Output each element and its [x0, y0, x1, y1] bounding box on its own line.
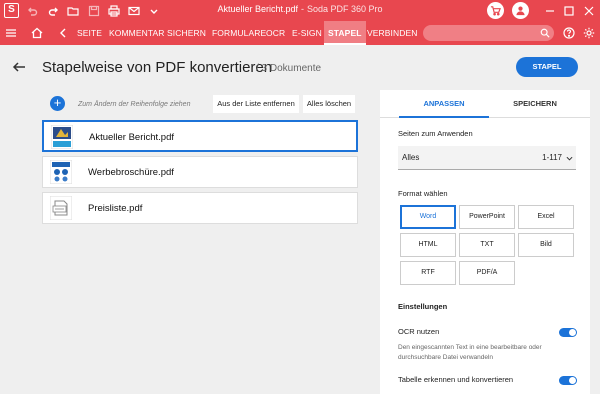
format-html-button[interactable]: HTML: [400, 233, 456, 257]
close-icon[interactable]: [581, 3, 597, 18]
remove-from-list-button[interactable]: Aus der Liste entfernen: [213, 95, 299, 113]
settings-gear-icon[interactable]: [581, 21, 597, 45]
tables-toggle[interactable]: [559, 376, 577, 385]
title-bar: S Aktueller Bericht.pdf - Soda PDF 360 Pro: [0, 0, 600, 21]
file-list-toolbar: + Zum Ändern der Reihenfolge ziehen Aus …: [42, 94, 358, 114]
file-row-aktueller-bericht[interactable]: Aktueller Bericht.pdf: [42, 120, 358, 152]
tab-esign[interactable]: E-SIGN: [292, 21, 322, 45]
file-name: Werbebroschüre.pdf: [88, 167, 174, 178]
reorder-hint: Zum Ändern der Reihenfolge ziehen: [78, 101, 191, 108]
pages-label: Seiten zum Anwenden: [398, 129, 473, 138]
tab-formulare[interactable]: FORMULARE: [212, 21, 266, 45]
home-icon[interactable]: [29, 21, 45, 45]
pages-select[interactable]: Alles 1-117: [398, 146, 576, 170]
scroll-left-chevron-icon[interactable]: [57, 21, 69, 45]
hamburger-menu-icon[interactable]: [3, 21, 19, 45]
search-icon: [540, 28, 550, 38]
title-separator: -: [301, 4, 304, 14]
format-label: Format wählen: [398, 189, 448, 198]
page-title: Stapelweise von PDF konvertieren: [42, 59, 273, 76]
window-title: Aktueller Bericht.pdf - Soda PDF 360 Pro: [0, 4, 600, 14]
tab-seite[interactable]: SEITE: [77, 21, 102, 45]
tables-label: Tabelle erkennen und konvertieren: [398, 375, 514, 384]
format-powerpoint-button[interactable]: PowerPoint: [459, 205, 515, 229]
ribbon-menu-bar: SEITE KOMMENTAR SICHERN FORMULARE OCR E-…: [0, 21, 600, 45]
document-thumbnail: [50, 160, 72, 184]
stapel-button[interactable]: STAPEL: [516, 57, 578, 77]
tab-speichern[interactable]: SPEICHERN: [490, 90, 580, 118]
minimize-icon[interactable]: [542, 3, 558, 18]
pages-range: 1-117: [542, 153, 562, 162]
document-name: Aktueller Bericht.pdf: [217, 4, 298, 14]
tab-sichern[interactable]: SICHERN: [167, 21, 206, 45]
pdf-file-icon: [50, 196, 72, 220]
ocr-label: OCR nutzen: [398, 327, 440, 336]
pages-value: Alles: [402, 153, 420, 162]
maximize-icon[interactable]: [561, 3, 577, 18]
file-name: Aktueller Bericht.pdf: [89, 132, 175, 143]
user-account-icon[interactable]: [512, 2, 529, 19]
format-rtf-button[interactable]: RTF: [400, 261, 456, 285]
format-word-button[interactable]: Word: [400, 205, 456, 229]
app-name: Soda PDF 360 Pro: [307, 4, 383, 14]
ocr-toggle[interactable]: [559, 328, 577, 337]
tab-verbinden[interactable]: VERBINDEN: [367, 21, 418, 45]
settings-heading: Einstellungen: [398, 302, 448, 311]
format-txt-button[interactable]: TXT: [459, 233, 515, 257]
clear-all-button[interactable]: Alles löschen: [303, 95, 355, 113]
chevron-down-icon: [566, 156, 573, 161]
file-row-preisliste[interactable]: Preisliste.pdf: [42, 192, 358, 224]
back-arrow-icon[interactable]: [12, 60, 26, 74]
cart-icon[interactable]: [487, 2, 504, 19]
document-thumbnail: [51, 125, 73, 149]
file-row-werbebroschuere[interactable]: Werbebroschüre.pdf: [42, 156, 358, 188]
add-file-button[interactable]: +: [50, 96, 65, 111]
document-count: / 3 Dokumente: [256, 63, 322, 74]
format-excel-button[interactable]: Excel: [518, 205, 574, 229]
file-name: Preisliste.pdf: [88, 203, 143, 214]
tab-anpassen[interactable]: ANPASSEN: [399, 90, 489, 118]
tab-stapel[interactable]: STAPEL: [324, 21, 366, 45]
format-pdfa-button[interactable]: PDF/A: [459, 261, 515, 285]
format-bild-button[interactable]: Bild: [518, 233, 574, 257]
panel-tabs: ANPASSEN SPEICHERN: [380, 90, 590, 118]
tab-kommentar[interactable]: KOMMENTAR: [109, 21, 165, 45]
settings-panel: ANPASSEN SPEICHERN Seiten zum Anwenden A…: [380, 90, 590, 394]
search-input[interactable]: [423, 25, 554, 41]
ocr-description: Den eingescannten Text in eine bearbeitb…: [398, 344, 542, 361]
tab-ocr[interactable]: OCR: [266, 21, 285, 45]
help-icon[interactable]: [561, 21, 577, 45]
